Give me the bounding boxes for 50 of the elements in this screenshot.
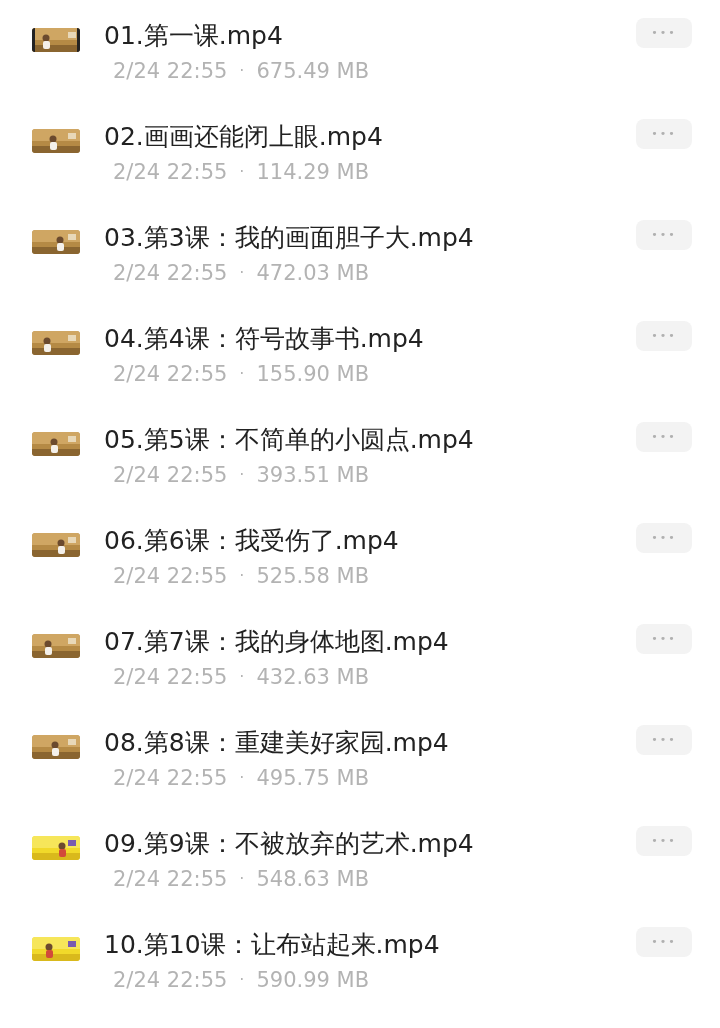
file-name: 07.第7课：我的身体地图.mp4	[104, 626, 450, 658]
separator-dot: ·	[239, 969, 245, 991]
modified-date: 2/24 22:55	[113, 361, 228, 388]
file-name: 09.第9课：不被放弃的艺术.mp4	[104, 828, 475, 860]
file-size: 548.63 MB	[256, 866, 370, 893]
file-name: 01.第一课.mp4	[104, 20, 284, 52]
more-button[interactable]: •••	[636, 220, 692, 250]
modified-date: 2/24 22:55	[113, 462, 228, 489]
more-button[interactable]: •••	[636, 523, 692, 553]
file-name: 03.第3课：我的画面胆子大.mp4	[104, 222, 475, 254]
file-size: 472.03 MB	[256, 260, 370, 287]
modified-date: 2/24 22:55	[113, 260, 228, 287]
more-button[interactable]: •••	[636, 826, 692, 856]
separator-dot: ·	[239, 868, 245, 890]
separator-dot: ·	[239, 767, 245, 789]
modified-date: 2/24 22:55	[113, 664, 228, 691]
more-button[interactable]: •••	[636, 725, 692, 755]
file-size: 590.99 MB	[256, 967, 370, 994]
separator-dot: ·	[239, 262, 245, 284]
file-name: 06.第6课：我受伤了.mp4	[104, 525, 400, 557]
file-name: 05.第5课：不简单的小圆点.mp4	[104, 424, 475, 456]
modified-date: 2/24 22:55	[113, 765, 228, 792]
file-size: 155.90 MB	[256, 361, 370, 388]
separator-dot: ·	[239, 363, 245, 385]
more-button[interactable]: •••	[636, 624, 692, 654]
file-size: 525.58 MB	[256, 563, 370, 590]
more-button[interactable]: •••	[636, 321, 692, 351]
file-size: 393.51 MB	[256, 462, 370, 489]
file-name: 08.第8课：重建美好家园.mp4	[104, 727, 450, 759]
file-size: 114.29 MB	[256, 159, 370, 186]
more-button[interactable]: •••	[636, 18, 692, 48]
modified-date: 2/24 22:55	[113, 58, 228, 85]
file-name: 10.第10课：让布站起来.mp4	[104, 929, 441, 961]
separator-dot: ·	[239, 161, 245, 183]
modified-date: 2/24 22:55	[113, 563, 228, 590]
file-size: 675.49 MB	[256, 58, 370, 85]
modified-date: 2/24 22:55	[113, 967, 228, 994]
file-size: 432.63 MB	[256, 664, 370, 691]
file-size: 495.75 MB	[256, 765, 370, 792]
separator-dot: ·	[239, 565, 245, 587]
file-name: 04.第4课：符号故事书.mp4	[104, 323, 425, 355]
separator-dot: ·	[239, 666, 245, 688]
more-button[interactable]: •••	[636, 927, 692, 957]
separator-dot: ·	[239, 60, 245, 82]
more-button[interactable]: •••	[636, 119, 692, 149]
modified-date: 2/24 22:55	[113, 866, 228, 893]
separator-dot: ·	[239, 464, 245, 486]
file-name: 02.画画还能闭上眼.mp4	[104, 121, 384, 153]
more-button[interactable]: •••	[636, 422, 692, 452]
modified-date: 2/24 22:55	[113, 159, 228, 186]
